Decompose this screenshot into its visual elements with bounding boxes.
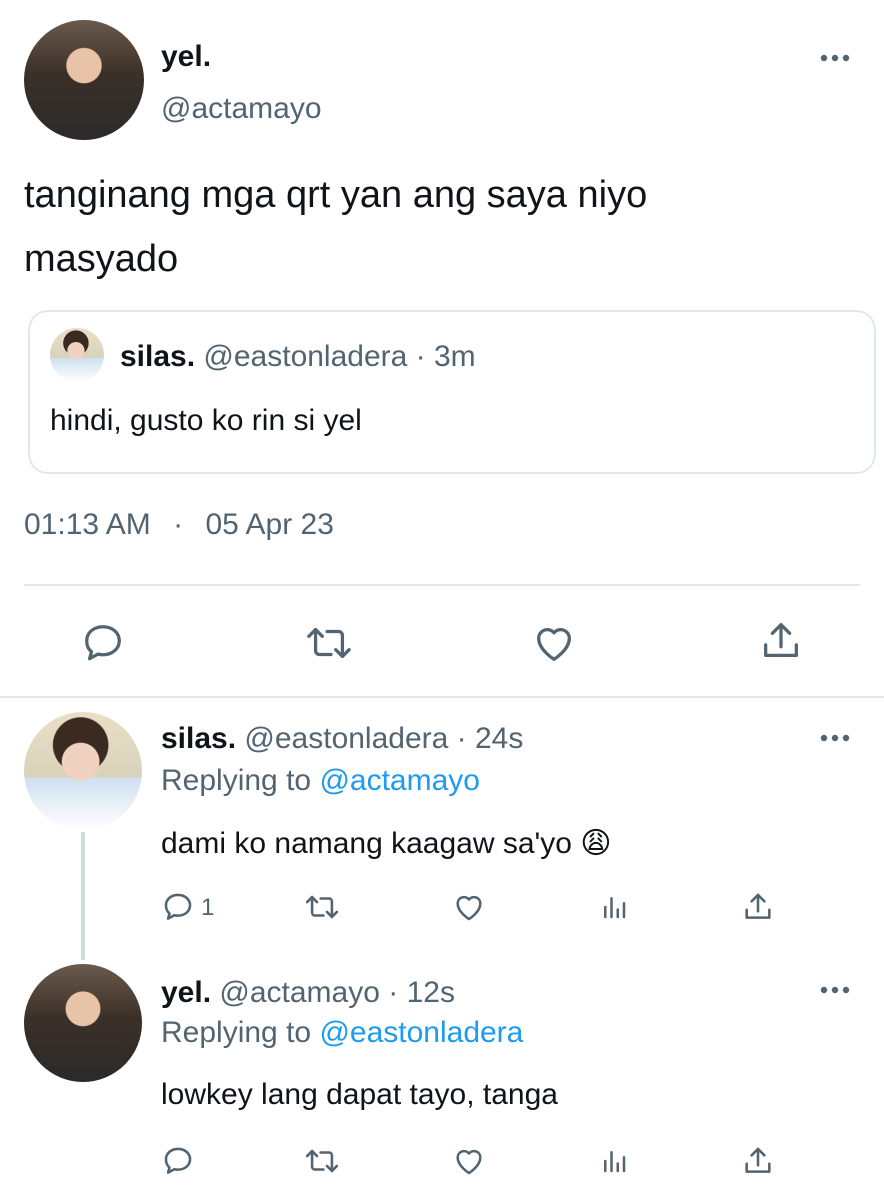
main-tweet-date: 05 Apr 23 [205, 508, 334, 541]
reply2-actions [161, 1144, 781, 1184]
reply1-replying-handle[interactable]: @actamayo [319, 764, 480, 797]
thread-line [81, 832, 85, 960]
like-icon[interactable] [530, 620, 578, 666]
reply1-replying-prefix: Replying to [161, 764, 320, 797]
quoted-author-avatar [50, 328, 104, 382]
main-author-handle[interactable]: @actamayo [161, 92, 322, 126]
reply1-author-avatar[interactable] [24, 712, 142, 830]
quoted-author-handle: @eastonladera [203, 340, 408, 373]
reply1-reply-icon[interactable] [161, 890, 195, 924]
reply1-header: silas. @eastonladera · 24s [161, 722, 523, 756]
reply2-reply-icon[interactable] [161, 1144, 195, 1178]
reply1-reply-count: 1 [201, 894, 215, 921]
quoted-author-name: silas. [120, 340, 196, 373]
quoted-text: hindi, gusto ko rin si yel [50, 404, 362, 437]
reply2-retweet-icon[interactable] [303, 1144, 341, 1178]
main-author-avatar[interactable] [24, 20, 144, 140]
share-icon[interactable] [758, 618, 804, 664]
more-dots-icon[interactable] [818, 50, 852, 66]
reply2-analytics-icon[interactable] [599, 1144, 629, 1178]
reply2-time: · 12s [388, 976, 455, 1009]
reply1-replying-to: Replying to @actamayo [161, 764, 480, 798]
main-author-name[interactable]: yel. [161, 40, 211, 74]
reply2-author-name[interactable]: yel. [161, 976, 211, 1009]
reply1-actions: 1 [161, 890, 781, 930]
main-tweet-text-line2: masyado [24, 238, 179, 280]
reply1-like-icon[interactable] [451, 890, 487, 924]
reply1-more-dots-icon[interactable] [818, 730, 852, 746]
reply1-text: dami ko namang kaagaw sa'yo 😩 [161, 827, 612, 860]
reply2-more-dots-icon[interactable] [818, 982, 852, 998]
reply1-analytics-icon[interactable] [599, 890, 629, 924]
reply1-share-icon[interactable] [741, 890, 775, 924]
reply2-author-avatar[interactable] [24, 964, 142, 1082]
reply2-replying-handle[interactable]: @eastonladera [319, 1016, 523, 1049]
timestamp-separator: · [173, 508, 184, 541]
quoted-time: · 3m [415, 340, 476, 373]
reply2-author-handle[interactable]: @actamayo [219, 976, 380, 1009]
main-tweet-divider [24, 584, 860, 586]
reply2-text: lowkey lang dapat tayo, tanga [161, 1078, 558, 1111]
section-divider [0, 696, 884, 698]
reply1-time: · 24s [456, 722, 524, 755]
reply2-replying-prefix: Replying to [161, 1016, 320, 1049]
main-tweet-time: 01:13 AM [24, 508, 151, 541]
reply-icon[interactable] [80, 620, 126, 666]
reply2-header: yel. @actamayo · 12s [161, 976, 455, 1010]
main-tweet-timestamp: 01:13 AM · 05 Apr 23 [24, 508, 334, 542]
reply1-author-handle[interactable]: @eastonladera [244, 722, 448, 755]
reply2-share-icon[interactable] [741, 1144, 775, 1178]
quoted-header: silas. @eastonladera · 3m [120, 340, 476, 374]
reply1-retweet-icon[interactable] [303, 890, 341, 924]
main-tweet-text-line1: tanginang mga qrt yan ang saya niyo [24, 174, 648, 216]
reply1-author-name[interactable]: silas. [161, 722, 236, 755]
quoted-tweet-card[interactable] [28, 310, 876, 474]
reply2-like-icon[interactable] [451, 1144, 487, 1178]
reply2-replying-to: Replying to @eastonladera [161, 1016, 523, 1050]
retweet-icon[interactable] [304, 620, 354, 666]
